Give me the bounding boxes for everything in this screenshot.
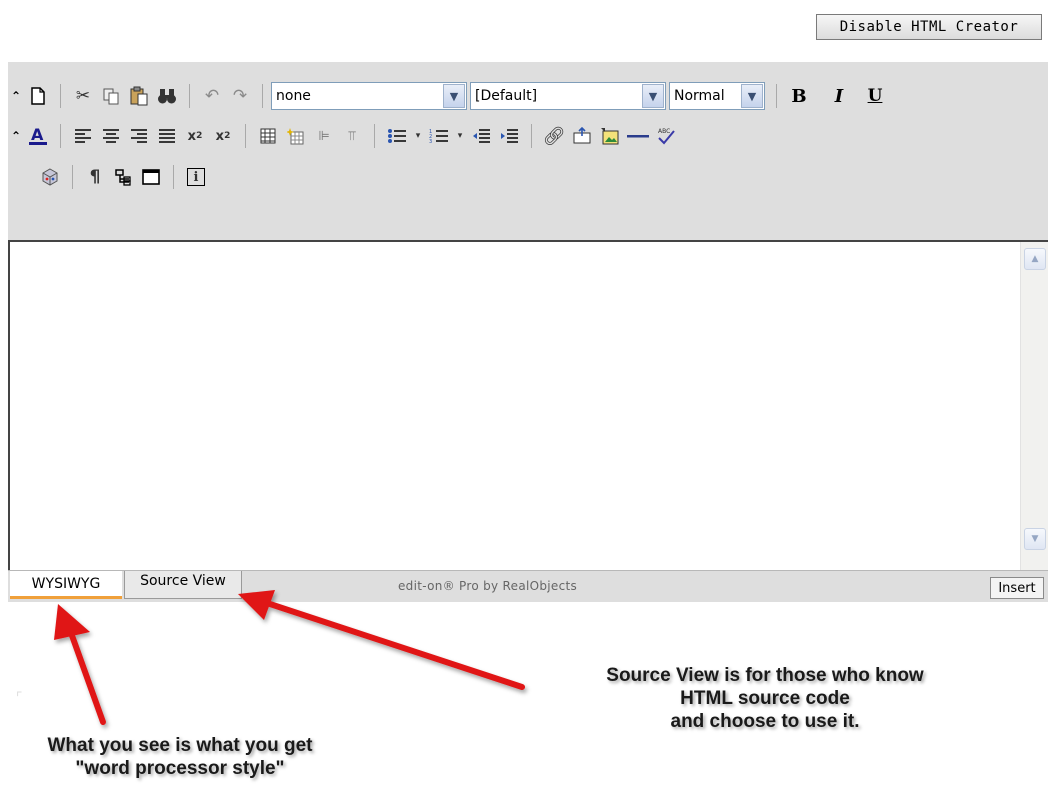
collapse-toolbar-icon[interactable]: ⌃: [8, 82, 24, 110]
insert-row-icon[interactable]: ⊫: [310, 122, 338, 150]
insert-table-icon[interactable]: [254, 122, 282, 150]
cut-icon[interactable]: ✂: [69, 82, 97, 110]
svg-text:ABC: ABC: [658, 128, 670, 135]
bullet-list-icon[interactable]: [383, 122, 411, 150]
horizontal-rule-icon[interactable]: [624, 122, 652, 150]
arrow-to-wysiwyg-tab: [54, 604, 106, 725]
disable-html-creator-button[interactable]: Disable HTML Creator: [816, 14, 1042, 40]
toolbar-separator: [60, 124, 61, 148]
annotation-line: What you see is what you get: [47, 735, 313, 756]
redo-icon[interactable]: ↷: [226, 82, 254, 110]
size-select-value: Normal: [674, 88, 725, 104]
copy-icon[interactable]: [97, 82, 125, 110]
size-select[interactable]: Normal ▼: [669, 82, 765, 110]
toolbar-row-2: ⌃ A x2 x2 ⊫ ⫪ ▾ 123 ▾ 🔗︎ ABC: [8, 116, 680, 156]
toolbar-separator: [189, 84, 190, 108]
font-select-value: [Default]: [475, 88, 538, 104]
svg-text:A: A: [31, 125, 44, 144]
undo-icon[interactable]: ↶: [198, 82, 226, 110]
toolbar-separator: [72, 165, 73, 189]
editor-toolbar: ⌃ ✂ ↶ ↷ none ▼ [Default] ▼ Normal ▼ B I …: [8, 62, 1048, 241]
scroll-down-icon[interactable]: ▼: [1024, 528, 1046, 550]
chevron-down-icon[interactable]: ▼: [642, 84, 664, 108]
anchor-icon[interactable]: [568, 122, 596, 150]
paragraph-marks-icon[interactable]: ¶: [81, 163, 109, 191]
italic-button[interactable]: I: [825, 82, 853, 110]
style-select[interactable]: none ▼: [271, 82, 467, 110]
toolbar-row-3: ¶ i: [36, 157, 210, 197]
toolbar-separator: [262, 84, 263, 108]
new-document-icon[interactable]: [24, 82, 52, 110]
underline-button[interactable]: U: [861, 82, 889, 110]
fullscreen-icon[interactable]: [137, 163, 165, 191]
spellcheck-icon[interactable]: ABC: [652, 122, 680, 150]
document-structure-icon[interactable]: [109, 163, 137, 191]
source-view-annotation: Source View is for those who know HTML s…: [545, 664, 985, 733]
toolbar-separator: [245, 124, 246, 148]
annotation-line: HTML source code: [680, 688, 850, 709]
toolbar-separator: [374, 124, 375, 148]
paste-icon[interactable]: [125, 82, 153, 110]
svg-text:3: 3: [429, 139, 432, 144]
font-select[interactable]: [Default] ▼: [470, 82, 666, 110]
tab-source-view[interactable]: Source View: [124, 571, 242, 599]
chevron-down-icon[interactable]: ▼: [741, 84, 763, 108]
toolbar-separator: [531, 124, 532, 148]
toolbar-separator: [173, 165, 174, 189]
numbered-list-dropdown-icon[interactable]: ▾: [453, 122, 467, 150]
faint-bracket-icon: ⌜: [16, 690, 23, 706]
info-glyph: i: [187, 168, 205, 186]
toolbar-separator: [60, 84, 61, 108]
superscript-icon[interactable]: x2: [209, 122, 237, 150]
subscript-icon[interactable]: x2: [181, 122, 209, 150]
font-color-icon[interactable]: A: [24, 122, 52, 150]
product-credit: edit-on® Pro by RealObjects: [398, 579, 578, 593]
insert-column-icon[interactable]: ⫪: [338, 122, 366, 150]
style-select-value: none: [276, 88, 311, 104]
table-properties-icon[interactable]: [282, 122, 310, 150]
collapse-toolbar-icon[interactable]: ⌃: [8, 122, 24, 150]
editor-statusbar: WYSIWYG Source View edit-on® Pro by Real…: [8, 570, 1048, 602]
insert-image-icon[interactable]: [596, 122, 624, 150]
numbered-list-icon[interactable]: 123: [425, 122, 453, 150]
wysiwyg-annotation: What you see is what you get "word proce…: [10, 734, 350, 780]
annotation-line: "word processor style": [75, 758, 285, 779]
find-icon[interactable]: [153, 82, 181, 110]
outdent-icon[interactable]: [467, 122, 495, 150]
align-center-icon[interactable]: [97, 122, 125, 150]
toolbar-row-1: ⌃ ✂ ↶ ↷ none ▼ [Default] ▼ Normal ▼ B I …: [8, 76, 889, 116]
annotation-line: Source View is for those who know: [606, 665, 924, 686]
vertical-scrollbar[interactable]: ▲ ▼: [1020, 242, 1048, 570]
annotation-line: and choose to use it.: [670, 711, 860, 732]
editing-area[interactable]: [10, 242, 1020, 570]
tab-wysiwyg[interactable]: WYSIWYG: [10, 571, 122, 599]
hyperlink-icon[interactable]: 🔗︎: [540, 122, 568, 150]
plugin-cube-icon[interactable]: [36, 163, 64, 191]
scroll-up-icon[interactable]: ▲: [1024, 248, 1046, 270]
info-icon[interactable]: i: [182, 163, 210, 191]
bold-button[interactable]: B: [785, 82, 813, 110]
align-justify-icon[interactable]: [153, 122, 181, 150]
align-right-icon[interactable]: [125, 122, 153, 150]
arrow-to-source-view-tab: [238, 590, 525, 690]
insert-mode-indicator: Insert: [990, 577, 1044, 599]
align-left-icon[interactable]: [69, 122, 97, 150]
indent-icon[interactable]: [495, 122, 523, 150]
toolbar-separator: [776, 84, 777, 108]
chevron-down-icon[interactable]: ▼: [443, 84, 465, 108]
bullet-list-dropdown-icon[interactable]: ▾: [411, 122, 425, 150]
